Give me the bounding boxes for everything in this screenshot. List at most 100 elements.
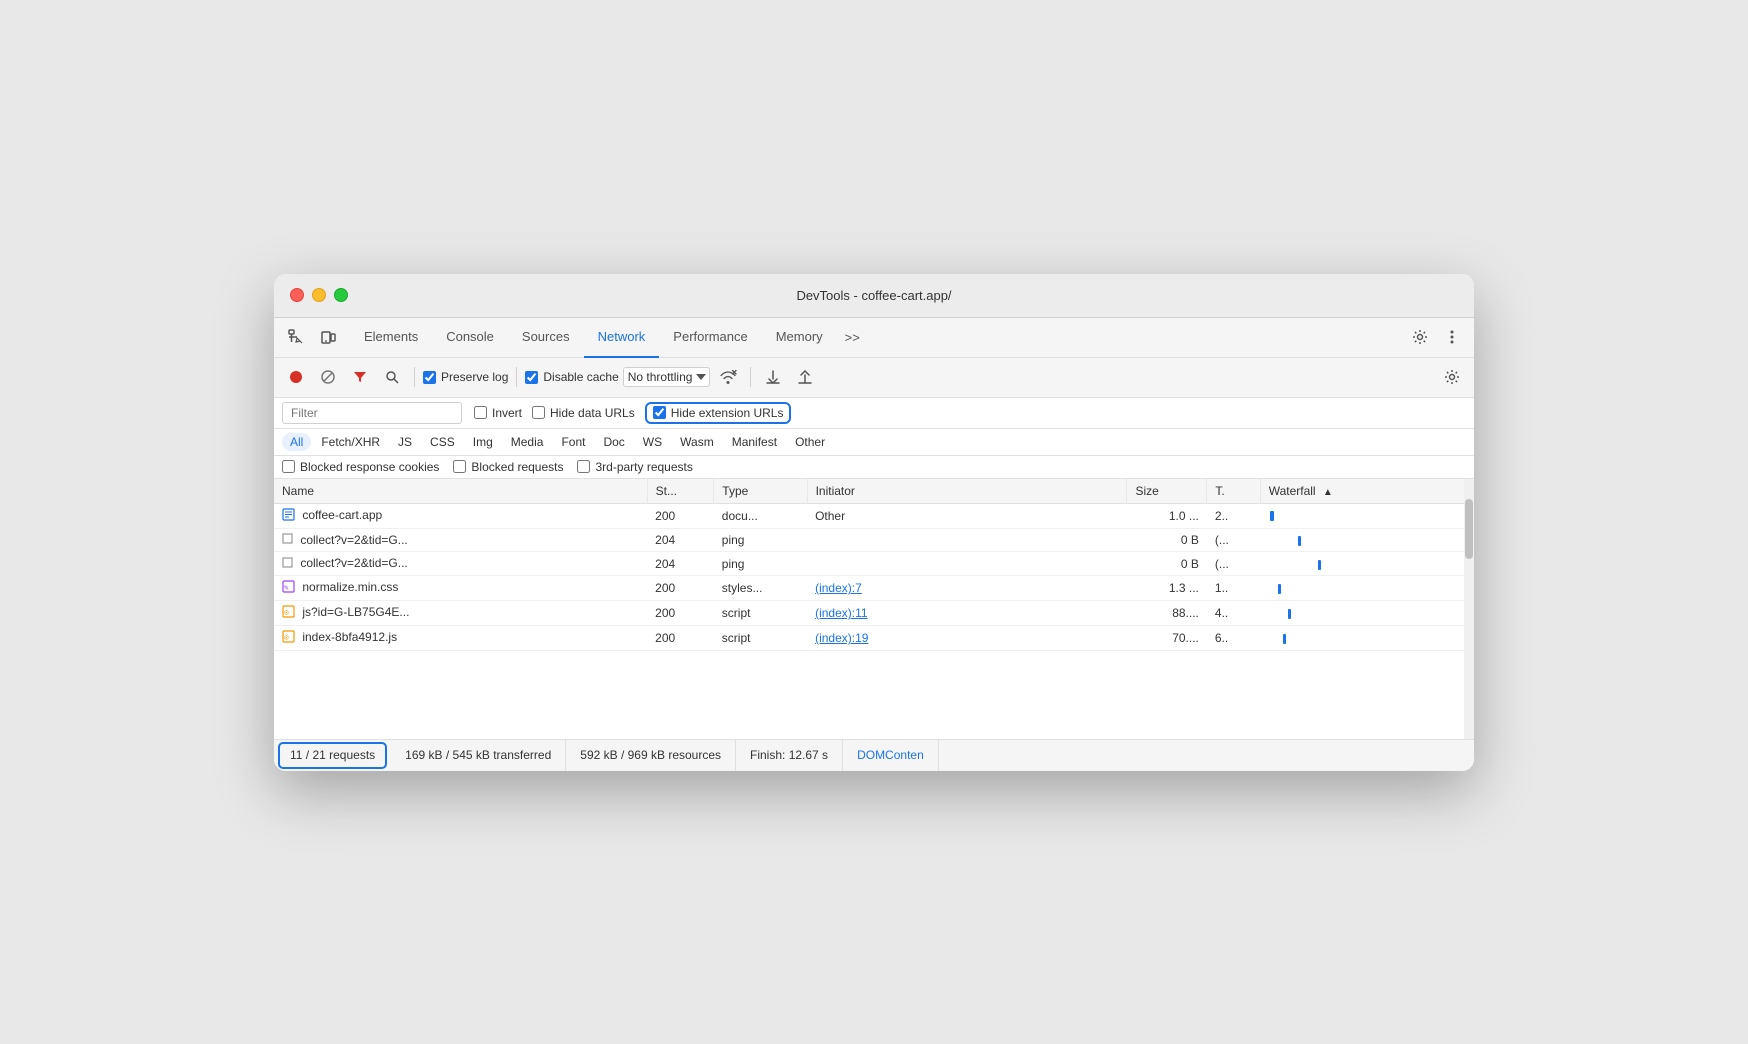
network-settings-button[interactable] bbox=[1438, 363, 1466, 391]
network-table: Name St... Type Initiator Size T. Waterf… bbox=[274, 479, 1474, 652]
type-filter-font[interactable]: Font bbox=[553, 433, 593, 451]
toolbar-divider-2 bbox=[516, 367, 517, 387]
cell-time: 1.. bbox=[1207, 576, 1260, 601]
col-header-type[interactable]: Type bbox=[714, 479, 807, 504]
initiator-link[interactable]: (index):7 bbox=[815, 581, 862, 595]
cell-size: 1.0 ... bbox=[1127, 503, 1207, 528]
table-row[interactable]: collect?v=2&tid=G... 204 ping 0 B (... bbox=[274, 528, 1474, 552]
type-filter-img[interactable]: Img bbox=[465, 433, 501, 451]
tab-console[interactable]: Console bbox=[432, 318, 508, 358]
cell-initiator bbox=[807, 552, 1127, 576]
cell-status: 200 bbox=[647, 503, 714, 528]
filter-input[interactable] bbox=[282, 402, 462, 424]
tab-network[interactable]: Network bbox=[584, 318, 660, 358]
cell-initiator: (index):7 bbox=[807, 576, 1127, 601]
minimize-button[interactable] bbox=[312, 288, 326, 302]
blocked-cookies-checkbox[interactable] bbox=[282, 460, 295, 473]
table-row[interactable]: collect?v=2&tid=G... 204 ping 0 B (... bbox=[274, 552, 1474, 576]
col-header-initiator[interactable]: Initiator bbox=[807, 479, 1127, 504]
type-filter-ws[interactable]: WS bbox=[635, 433, 670, 451]
svg-text:⊙: ⊙ bbox=[284, 633, 289, 642]
preserve-log-label[interactable]: Preserve log bbox=[423, 370, 508, 384]
table-row[interactable]: ⊙ index-8bfa4912.js 200 script (index):1… bbox=[274, 626, 1474, 651]
cell-time: (... bbox=[1207, 528, 1260, 552]
cell-type: script bbox=[714, 601, 807, 626]
sort-arrow: ▲ bbox=[1323, 487, 1333, 498]
inspect-icon-button[interactable] bbox=[282, 323, 310, 351]
invert-checkbox[interactable] bbox=[474, 406, 487, 419]
disable-cache-checkbox[interactable] bbox=[525, 371, 538, 384]
throttle-select[interactable]: No throttling Fast 3G Slow 3G Offline bbox=[623, 367, 710, 387]
cell-size: 70.... bbox=[1127, 626, 1207, 651]
col-header-name[interactable]: Name bbox=[274, 479, 647, 504]
type-filter-css[interactable]: CSS bbox=[422, 433, 463, 451]
type-filter-other[interactable]: Other bbox=[787, 433, 833, 451]
col-header-status[interactable]: St... bbox=[647, 479, 714, 504]
clear-button[interactable] bbox=[314, 363, 342, 391]
close-button[interactable] bbox=[290, 288, 304, 302]
blocked-requests-checkbox[interactable] bbox=[453, 460, 466, 473]
device-toolbar-button[interactable] bbox=[314, 323, 342, 351]
initiator-link[interactable]: (index):19 bbox=[815, 631, 868, 645]
type-filter-manifest[interactable]: Manifest bbox=[724, 433, 785, 451]
resource-icon: ⊙ bbox=[282, 605, 295, 621]
network-table-wrapper: Name St... Type Initiator Size T. Waterf… bbox=[274, 479, 1474, 739]
tab-sources[interactable]: Sources bbox=[508, 318, 584, 358]
invert-label[interactable]: Invert bbox=[474, 406, 522, 420]
cell-size: 1.3 ... bbox=[1127, 576, 1207, 601]
col-header-waterfall[interactable]: Waterfall ▲ bbox=[1260, 479, 1473, 504]
hide-extension-urls-checkbox[interactable] bbox=[653, 406, 666, 419]
type-filter-fetch[interactable]: Fetch/XHR bbox=[313, 433, 388, 451]
type-filter-doc[interactable]: Doc bbox=[595, 433, 632, 451]
table-row[interactable]: ✎ normalize.min.css 200 styles... (index… bbox=[274, 576, 1474, 601]
blocked-cookies-label[interactable]: Blocked response cookies bbox=[282, 460, 439, 474]
col-header-size[interactable]: Size bbox=[1127, 479, 1207, 504]
export-har-button[interactable] bbox=[791, 363, 819, 391]
type-filter-all[interactable]: All bbox=[282, 433, 311, 451]
cell-waterfall bbox=[1260, 626, 1473, 651]
table-row[interactable]: ⊙ js?id=G-LB75G4E... 200 script (index):… bbox=[274, 601, 1474, 626]
filter-button[interactable] bbox=[346, 363, 374, 391]
resource-icon bbox=[282, 533, 293, 547]
cell-time: (... bbox=[1207, 552, 1260, 576]
third-party-label[interactable]: 3rd-party requests bbox=[577, 460, 692, 474]
cell-waterfall bbox=[1260, 552, 1473, 576]
initiator-link[interactable]: (index):11 bbox=[815, 606, 867, 620]
resource-icon: ✎ bbox=[282, 580, 295, 596]
tab-elements[interactable]: Elements bbox=[350, 318, 432, 358]
more-options-button[interactable] bbox=[1438, 323, 1466, 351]
resource-icon bbox=[282, 508, 295, 524]
preserve-log-checkbox[interactable] bbox=[423, 371, 436, 384]
hide-data-urls-label[interactable]: Hide data URLs bbox=[532, 406, 635, 420]
cell-status: 200 bbox=[647, 601, 714, 626]
cell-status: 200 bbox=[647, 576, 714, 601]
status-domcontent: DOMConten bbox=[843, 740, 939, 771]
hide-data-urls-checkbox[interactable] bbox=[532, 406, 545, 419]
cell-waterfall bbox=[1260, 601, 1473, 626]
disable-cache-label[interactable]: Disable cache bbox=[525, 370, 618, 384]
tab-more-button[interactable]: >> bbox=[837, 317, 868, 357]
cell-type: ping bbox=[714, 552, 807, 576]
search-button[interactable] bbox=[378, 363, 406, 391]
maximize-button[interactable] bbox=[334, 288, 348, 302]
settings-button[interactable] bbox=[1406, 323, 1434, 351]
tab-memory[interactable]: Memory bbox=[762, 318, 837, 358]
third-party-checkbox[interactable] bbox=[577, 460, 590, 473]
type-filter-js[interactable]: JS bbox=[390, 433, 420, 451]
record-button[interactable] bbox=[282, 363, 310, 391]
cell-waterfall bbox=[1260, 576, 1473, 601]
type-filter-media[interactable]: Media bbox=[503, 433, 552, 451]
hide-extension-urls-label[interactable]: Hide extension URLs bbox=[653, 406, 784, 420]
col-header-time[interactable]: T. bbox=[1207, 479, 1260, 504]
scrollbar-thumb[interactable] bbox=[1465, 499, 1473, 559]
import-har-button[interactable] bbox=[759, 363, 787, 391]
table-row[interactable]: coffee-cart.app 200 docu... Other 1.0 ..… bbox=[274, 503, 1474, 528]
extra-filter-row: Blocked response cookies Blocked request… bbox=[274, 456, 1474, 479]
cell-initiator: Other bbox=[807, 503, 1127, 528]
wifi-icon-button[interactable] bbox=[714, 363, 742, 391]
table-body: coffee-cart.app 200 docu... Other 1.0 ..… bbox=[274, 503, 1474, 651]
tab-performance[interactable]: Performance bbox=[659, 318, 761, 358]
traffic-lights bbox=[290, 288, 348, 302]
blocked-requests-label[interactable]: Blocked requests bbox=[453, 460, 563, 474]
type-filter-wasm[interactable]: Wasm bbox=[672, 433, 722, 451]
